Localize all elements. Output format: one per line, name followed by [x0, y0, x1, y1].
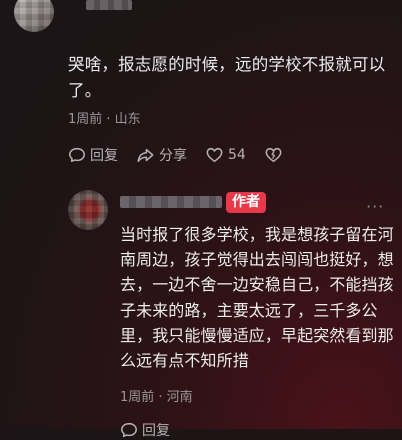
author-username-blurred[interactable] — [120, 196, 222, 208]
like-count: 54 — [228, 147, 246, 163]
share-button[interactable]: 分享 — [136, 145, 187, 165]
reply-label: 回复 — [90, 148, 118, 164]
author-badge: 作者 — [226, 192, 266, 213]
reply-bubble-icon — [69, 147, 85, 163]
comment-actions: 回复 分享 54 — [68, 145, 305, 165]
reply-comment-meta: 1周前 · 河南 — [120, 390, 193, 405]
comment-text: 哭啥，报志愿的时候，远的学校不报就可以了。 — [68, 55, 386, 100]
avatar[interactable] — [14, 0, 54, 32]
reply-bubble-icon — [121, 422, 137, 438]
reply-button[interactable]: 回复 — [68, 145, 118, 165]
author-avatar[interactable] — [68, 190, 108, 230]
reply-comment-text: 当时报了很多学校，我是想孩子留在河南周边，孩子觉得出去闯闯也挺好，想去，一边不舍… — [120, 225, 394, 371]
share-label: 分享 — [159, 148, 187, 164]
like-button[interactable]: 54 — [205, 146, 246, 164]
dislike-button[interactable] — [264, 146, 287, 164]
heart-icon — [206, 147, 223, 163]
comment-meta: 1周前 · 山东 — [68, 112, 141, 127]
username-blurred[interactable] — [86, 0, 132, 10]
reply-button[interactable]: 回复 — [120, 420, 170, 440]
reply-label: 回复 — [142, 423, 170, 439]
broken-heart-icon — [265, 147, 282, 163]
more-options-icon[interactable]: ··· — [366, 197, 384, 216]
reply-comment-actions: 回复 — [120, 420, 188, 440]
share-arrow-icon — [137, 148, 154, 163]
